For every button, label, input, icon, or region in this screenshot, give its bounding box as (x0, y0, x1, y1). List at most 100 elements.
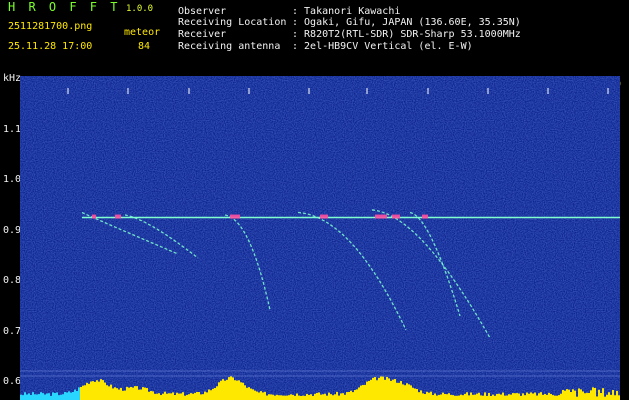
spectrum-bar (524, 395, 526, 400)
spectrum-bar (570, 392, 572, 400)
spectrum-bar (290, 394, 292, 400)
spectrum-bar (38, 394, 40, 400)
spectrum-bar (66, 392, 68, 400)
spectrum-bar (188, 394, 190, 400)
spectrum-bar (182, 392, 184, 400)
spectrum-bar (322, 394, 324, 400)
spectrum-bar (40, 392, 42, 400)
antenna-label: Receiving antenna (178, 41, 281, 52)
spectrum-bar (616, 390, 618, 400)
spectrum-bar (358, 387, 360, 400)
noise-texture (20, 76, 620, 400)
spectrum-bar (522, 393, 524, 400)
spectrum-bar (84, 385, 86, 400)
spectrum-bar (158, 393, 160, 400)
spectrum-bar (614, 395, 616, 400)
hrofft-spectrogram-window: H R O F F T 1.0.0 2511281700.png meteor … (0, 0, 629, 400)
y-tick-label: 1.0 (3, 174, 22, 185)
spectrum-bar (412, 387, 414, 400)
spectrum-bar (232, 377, 234, 400)
spectrum-bar (62, 394, 64, 400)
spectrum-bar (562, 389, 564, 400)
spectrum-bar (156, 393, 158, 400)
spectrum-bar (518, 393, 520, 400)
spectrum-bar (140, 389, 142, 400)
spectrum-bar (496, 393, 498, 400)
spectrum-bar (606, 394, 608, 400)
spectrum-bar (458, 395, 460, 400)
spectrum-bar (404, 385, 406, 400)
spectrum-bar (402, 384, 404, 400)
spectrum-bar (252, 389, 254, 400)
spectrum-bar (78, 387, 80, 400)
spectrum-bar (552, 395, 554, 400)
spectrum-bar (514, 393, 516, 400)
spectrum-bar (414, 388, 416, 400)
spectrum-bar (434, 393, 436, 400)
spectrum-bar (258, 392, 260, 400)
observer-value: : Takanori Kawachi (292, 6, 401, 17)
spectrum-bar (200, 394, 202, 400)
spectrum-bar (388, 378, 390, 400)
spectrum-bar (506, 395, 508, 400)
spectrum-bar (316, 392, 318, 400)
spectrum-bar (416, 388, 418, 400)
spectrum-bar (236, 380, 238, 400)
spectrum-bar (320, 394, 322, 400)
location-value: : Ogaki, Gifu, JAPAN (136.60E, 35.35N) (292, 17, 521, 28)
echo-hotspot (115, 214, 121, 219)
spectrum-bar (560, 393, 562, 400)
spectrum-bar (336, 391, 338, 400)
spectrum-bar (500, 394, 502, 400)
spectrum-bar (238, 380, 240, 400)
spectrum-bar (130, 386, 132, 400)
location-label: Receiving Location (178, 17, 287, 28)
spectrum-bar (568, 389, 570, 400)
spectrum-bar (212, 388, 214, 400)
spectrum-bar (526, 392, 528, 400)
spectrum-bar (558, 395, 560, 400)
spectrum-bar (174, 394, 176, 400)
spectrum-bar (270, 394, 272, 400)
spectrum-bar (574, 390, 576, 400)
spectrum-bar (56, 392, 58, 400)
spectrum-bar (618, 395, 620, 400)
spectrum-bar (296, 393, 298, 400)
spectrum-bar (438, 394, 440, 400)
spectrum-bar (202, 394, 204, 400)
spectrum-bar (498, 393, 500, 400)
spectrum-bar (502, 392, 504, 400)
spectrum-bar (52, 392, 54, 400)
spectrum-bar (276, 394, 278, 400)
spectrum-bar (186, 394, 188, 400)
spectrum-bar (278, 395, 280, 400)
spectrum-bar (530, 392, 532, 400)
spectrum-bar (490, 395, 492, 400)
spectrum-bar (398, 382, 400, 400)
spectrum-bar (556, 395, 558, 400)
spectrum-bar (492, 394, 494, 400)
spectrum-bar (198, 392, 200, 400)
spectrum-bar (170, 393, 172, 400)
spectrum-bar (482, 395, 484, 400)
spectrum-bar (590, 390, 592, 400)
spectrum-bar (28, 393, 30, 400)
spectrum-bar (520, 395, 522, 400)
spectrum-bar (76, 390, 78, 400)
spectrum-bar (474, 394, 476, 400)
spectrum-bar (510, 394, 512, 400)
spectrum-bar (300, 395, 302, 400)
spectrum-bar (68, 391, 70, 400)
spectrum-bar (586, 392, 588, 400)
spectrum-bar (364, 384, 366, 400)
echo-hotspot (375, 214, 387, 219)
spectrum-bar (144, 387, 146, 400)
spectrum-bar (310, 394, 312, 400)
spectrum-bar (354, 390, 356, 400)
spectrum-bar (338, 395, 340, 400)
spectrum-bar (448, 393, 450, 400)
spectrum-bar (600, 392, 602, 400)
spectrum-bar (598, 389, 600, 400)
spectrum-bar (350, 390, 352, 400)
spectrum-bar (58, 395, 60, 400)
